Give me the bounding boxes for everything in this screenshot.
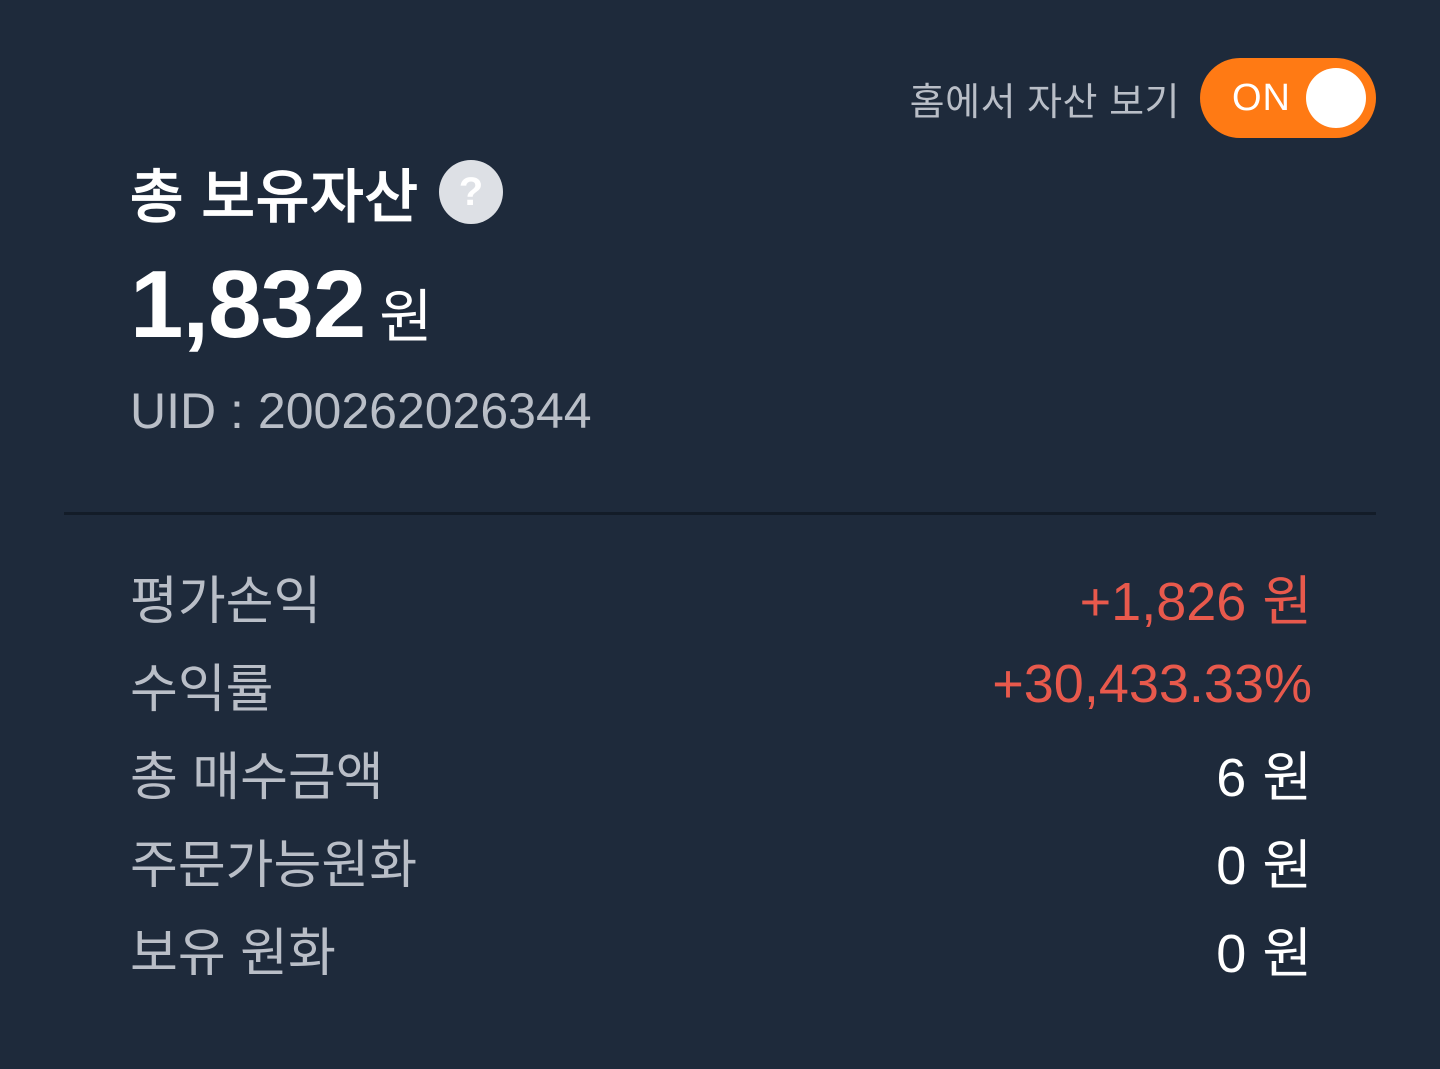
stat-row-total-purchase: 총 매수금액 6 원 [130, 728, 1312, 816]
divider [64, 512, 1376, 515]
stat-unit-total-purchase: 원 [1262, 747, 1312, 808]
toggle-knob [1306, 68, 1366, 128]
total-assets-header: 총 보유자산 ? [130, 150, 503, 234]
uid-label: UID : [130, 383, 244, 439]
stat-row-orderable-krw: 주문가능원화 0 원 [130, 816, 1312, 904]
home-asset-toggle-row: 홈에서 자산 보기 ON [910, 58, 1376, 138]
asset-stats-list: 평가손익 +1,826 원 수익률 +30,433.33% 총 매수금액 6 원… [130, 552, 1312, 992]
page-title: 총 보유자산 [130, 165, 419, 230]
stat-amount-total-purchase: 6 [1216, 747, 1247, 808]
help-icon[interactable]: ? [438, 160, 503, 224]
stat-amount-held-krw: 0 [1216, 923, 1247, 984]
total-amount: 1,832 [130, 251, 366, 358]
toggle-state-text: ON [1232, 77, 1291, 119]
stat-label-pnl: 평가손익 [130, 572, 322, 631]
stat-value-return-rate: +30,433.33% [992, 653, 1312, 715]
stat-value-pnl: +1,826 원 [1080, 557, 1312, 636]
stat-label-return-rate: 수익률 [130, 660, 274, 719]
stat-amount-return-rate: +30,433.33% [992, 654, 1312, 714]
stat-label-total-purchase: 총 매수금액 [130, 748, 384, 807]
stat-row-return-rate: 수익률 +30,433.33% [130, 640, 1312, 728]
stat-amount-pnl: +1,826 [1079, 571, 1247, 632]
home-asset-toggle[interactable]: ON [1200, 58, 1376, 138]
stat-row-held-krw: 보유 원화 0 원 [130, 904, 1312, 992]
stat-unit-pnl: 원 [1262, 571, 1312, 632]
stat-unit-orderable-krw: 원 [1262, 835, 1312, 896]
stat-unit-held-krw: 원 [1262, 923, 1312, 984]
stat-value-orderable-krw: 0 원 [1216, 821, 1312, 900]
total-unit: 원 [379, 285, 433, 350]
stat-value-total-purchase: 6 원 [1216, 733, 1312, 812]
stat-label-orderable-krw: 주문가능원화 [130, 836, 418, 895]
uid-row: UID : 200262026344 [130, 382, 592, 440]
stat-value-held-krw: 0 원 [1216, 909, 1312, 988]
home-asset-toggle-label: 홈에서 자산 보기 [909, 81, 1180, 124]
uid-value: 200262026344 [257, 383, 592, 439]
stat-amount-orderable-krw: 0 [1216, 835, 1247, 896]
stat-label-held-krw: 보유 원화 [130, 924, 336, 983]
stat-row-pnl: 평가손익 +1,826 원 [130, 552, 1312, 640]
total-assets-value: 1,832 원 [130, 250, 433, 360]
